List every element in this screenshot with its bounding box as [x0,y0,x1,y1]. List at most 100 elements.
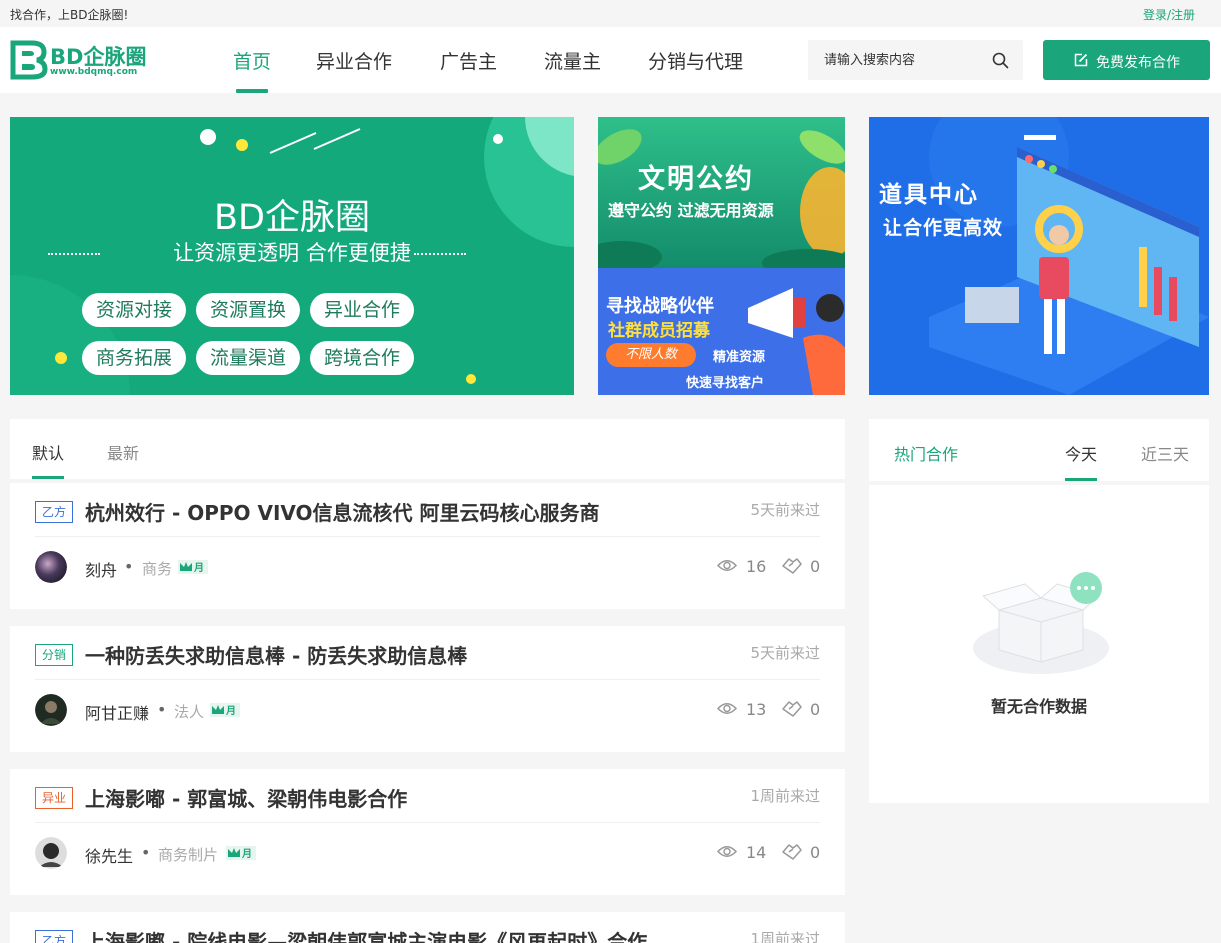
tab-active-indicator [32,476,64,479]
search-box [808,40,1023,80]
tab-three-days[interactable]: 近三天 [1141,441,1189,465]
banner-pill: 资源对接 [82,293,186,327]
cooperation-card[interactable]: 乙方 上海影嘟 - 院线电影—梁朝伟郭富城主演电影《风再起时》合作 1周前来过 [10,912,845,943]
card-coop-count: 0 [810,557,821,576]
card-author[interactable]: 徐先生 [85,843,133,867]
card-last-visit: 1周前来过 [750,930,820,943]
eye-icon [717,560,737,571]
card-role: 法人 [174,703,205,721]
hot-cooperation-panel: 暂无合作数据 [869,485,1209,803]
nav-distribution[interactable]: 分销与代理 [648,47,743,74]
banner-partner[interactable]: 寻找战略伙伴 社群成员招募 不限人数 精准资源 快速寻找客户 [598,268,845,395]
props-subtitle: 让合作更高效 [883,217,1004,239]
publish-label: 免费发布合作 [1096,55,1180,71]
banner-main-subtitle: 让资源更透明 合作更便捷 [173,241,411,265]
site-logo[interactable]: BD企脉圈 www.bdqmq.com [10,39,146,83]
partner-line2: 快速寻找客户 [686,376,765,391]
cooperation-card[interactable]: 异业 上海影嘟 - 郭富城、梁朝伟电影合作 1周前来过 徐先生 • 商务制片 月… [10,769,845,895]
partner-title: 寻找战略伙伴 [606,296,714,317]
banner-pill: 资源置换 [196,293,300,327]
convention-subtitle: 遵守公约 过滤无用资源 [608,201,774,220]
cooperation-card[interactable]: 乙方 杭州效行 - OPPO VIVO信息流核代 阿里云码核心服务商 5天前来过… [10,483,845,609]
hot-tab-indicator [1065,478,1097,481]
login-register-link[interactable]: 登录/注册 [1143,6,1195,23]
edit-icon [1074,53,1088,67]
handshake-icon [782,844,802,860]
eye-icon [717,703,737,714]
card-author[interactable]: 刻舟 [85,557,117,581]
partner-subtitle: 社群成员招募 [608,321,710,341]
card-role: 商务制片 [158,846,219,864]
card-tag: 乙方 [35,930,73,943]
vip-badge: 月 [210,702,240,718]
dashboard-illustration [929,117,1209,395]
bd-logo-icon [10,40,48,80]
publish-cooperation-button[interactable]: 免费发布合作 [1043,40,1210,80]
card-title[interactable]: 上海影嘟 - 郭富城、梁朝伟电影合作 [85,783,407,812]
tab-default[interactable]: 默认 [32,440,64,464]
handshake-icon [782,558,802,574]
vip-label: 月 [226,706,236,717]
nav-traffic-owners[interactable]: 流量主 [544,47,601,74]
handshake-icon [782,701,802,717]
card-author[interactable]: 阿甘正赚 [85,700,149,724]
card-title[interactable]: 上海影嘟 - 院线电影—梁朝伟郭富城主演电影《风再起时》合作 [85,926,647,943]
card-tag: 异业 [35,787,73,809]
card-views: 16 [746,557,767,576]
avatar[interactable] [35,551,67,583]
card-separator: • [124,557,134,576]
vip-badge: 月 [226,845,256,861]
card-title[interactable]: 一种防丢失求助信息棒 - 防丢失求助信息棒 [85,640,467,669]
list-tabs: 默认 最新 [10,419,845,479]
hot-cooperation-title: 热门合作 [894,445,959,464]
banner-pill: 流量渠道 [196,341,300,375]
site-slogan: 找合作，上BD企脉圈! [10,8,129,22]
card-divider [35,536,820,537]
top-strip: 找合作，上BD企脉圈! 登录/注册 [0,0,1221,27]
nav-advertisers[interactable]: 广告主 [440,47,497,74]
card-divider [35,679,820,680]
banner-props-center[interactable]: 道具中心 让合作更高效 [869,117,1209,395]
avatar[interactable] [35,694,67,726]
banner-pill: 异业合作 [310,293,414,327]
card-separator: • [141,843,151,862]
avatar[interactable] [35,837,67,869]
nav-home[interactable]: 首页 [233,47,271,74]
nav-cross-industry[interactable]: 异业合作 [316,47,392,74]
empty-message: 暂无合作数据 [990,697,1087,716]
site-header: BD企脉圈 www.bdqmq.com 首页 异业合作 广告主 流量主 分销与代… [0,27,1221,93]
card-last-visit: 1周前来过 [750,787,820,805]
card-separator: • [157,700,167,719]
card-divider [35,822,820,823]
banner-pill: 商务拓展 [82,341,186,375]
vip-badge: 月 [178,559,208,575]
card-title[interactable]: 杭州效行 - OPPO VIVO信息流核代 阿里云码核心服务商 [85,497,600,526]
card-last-visit: 5天前来过 [750,501,820,519]
card-last-visit: 5天前来过 [750,644,820,662]
vip-label: 月 [242,849,252,860]
tab-latest[interactable]: 最新 [107,440,139,464]
banner-main-title: BD企脉圈 [214,198,370,238]
empty-box-icon [973,572,1109,674]
banner-convention[interactable]: 文明公约 遵守公约 过滤无用资源 [598,117,845,268]
search-icon[interactable] [992,52,1009,69]
banner-pill: 跨境合作 [310,341,414,375]
card-role: 商务 [142,560,173,578]
props-title: 道具中心 [879,182,979,208]
card-views: 13 [746,700,767,719]
tab-today[interactable]: 今天 [1065,441,1097,465]
card-views: 14 [746,843,767,862]
card-tag: 乙方 [35,501,73,523]
logo-url: www.bdqmq.com [50,67,138,77]
partner-badge: 不限人数 [606,343,696,367]
card-tag: 分销 [35,644,73,666]
partner-line1: 精准资源 [713,350,766,365]
hot-cooperation-tabs: 热门合作 今天 近三天 [869,419,1209,481]
nav-active-indicator [236,89,268,93]
search-input[interactable] [808,40,988,80]
card-coop-count: 0 [810,700,821,719]
vip-label: 月 [194,563,204,574]
convention-title: 文明公约 [638,164,754,195]
banner-main[interactable]: BD企脉圈 让资源更透明 合作更便捷 资源对接 资源置换 异业合作 商务拓展 流… [10,117,574,395]
cooperation-card[interactable]: 分销 一种防丢失求助信息棒 - 防丢失求助信息棒 5天前来过 阿甘正赚 • 法人… [10,626,845,752]
